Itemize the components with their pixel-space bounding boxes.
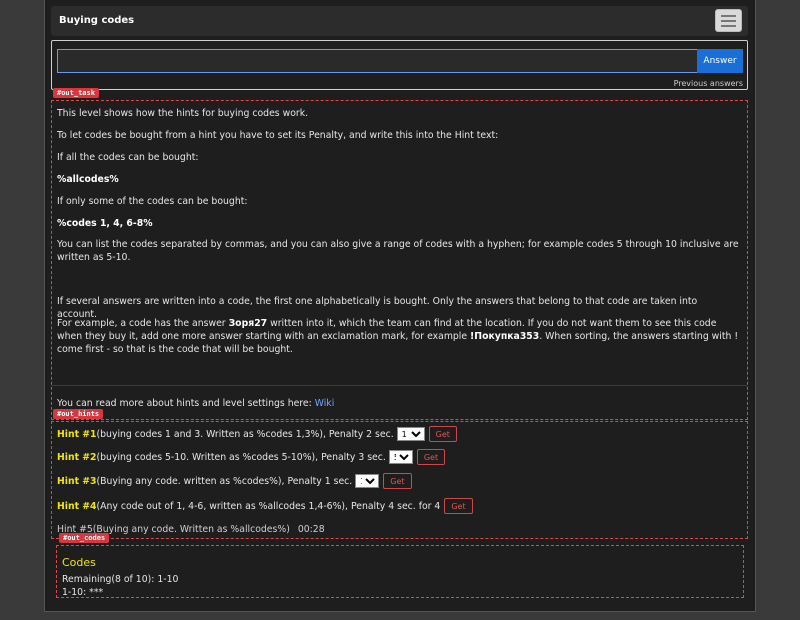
task-example: For example, a code has the answer Зоря2… — [57, 318, 739, 355]
codes-remaining: Remaining(8 of 10): 1-10 — [62, 574, 179, 585]
get-hint-button[interactable]: Get — [444, 498, 473, 514]
answer-form: Answer Previous answers — [51, 40, 748, 90]
hint-timer: 00:28 — [297, 524, 325, 535]
wiki-line: You can read more about hints and level … — [57, 398, 335, 409]
divider — [52, 385, 747, 386]
app-window: Buying codes Answer Previous answers #ou… — [44, 0, 756, 612]
previous-answers-link[interactable]: Previous answers — [674, 79, 743, 88]
answer-input[interactable] — [57, 49, 697, 73]
allcodes-example: %allcodes% — [57, 174, 119, 185]
hint-row: Hint #1 (buying codes 1 and 3. Written as… — [57, 426, 457, 442]
get-hint-button[interactable]: Get — [416, 449, 446, 465]
codes-example: %codes 1, 4, 6-8% — [57, 218, 153, 229]
answer-button[interactable]: Answer — [697, 49, 743, 73]
out-hints-tag: #out_hints — [53, 409, 104, 419]
out-codes-tag: #out_codes — [59, 533, 110, 543]
get-hint-button[interactable]: Get — [428, 426, 457, 442]
out-task-tag: #out_task — [53, 88, 99, 98]
codes-panel: Codes Remaining(8 of 10): 1-10 1-10: *** — [56, 545, 744, 598]
hints-panel: Hint #1 (buying codes 1 and 3. Written as… — [51, 421, 748, 539]
codes-list: 1-10: *** — [62, 587, 104, 598]
task-intro: This level shows how the hints for buyin… — [57, 108, 309, 119]
header-bar: Buying codes — [51, 6, 748, 36]
task-text: If only some of the codes can be bought: — [57, 196, 248, 207]
task-text: To let codes be bought from a hint you h… — [57, 130, 499, 141]
codes-title: Codes — [62, 556, 96, 569]
get-hint-button[interactable]: Get — [383, 473, 412, 489]
hint-quantity-select[interactable]: 1 — [396, 427, 425, 441]
hint-row: Hint #4 (Any code out of 1, 4-6, written … — [57, 498, 473, 514]
menu-button[interactable] — [715, 9, 742, 32]
task-text: If all the codes can be bought: — [57, 152, 199, 163]
hint-quantity-select[interactable]: 1 — [355, 474, 380, 488]
hint-quantity-select[interactable]: 5 — [388, 450, 413, 464]
hint-row: Hint #3 (Buying any code. written as %cod… — [57, 473, 412, 489]
task-panel: This level shows how the hints for buyin… — [51, 100, 748, 420]
page-title: Buying codes — [59, 15, 135, 26]
task-text: You can list the codes separated by comm… — [57, 239, 739, 263]
wiki-link[interactable]: Wiki — [315, 398, 335, 409]
hint-row: Hint #2 (buying codes 5-10. Written as %c… — [57, 449, 446, 465]
